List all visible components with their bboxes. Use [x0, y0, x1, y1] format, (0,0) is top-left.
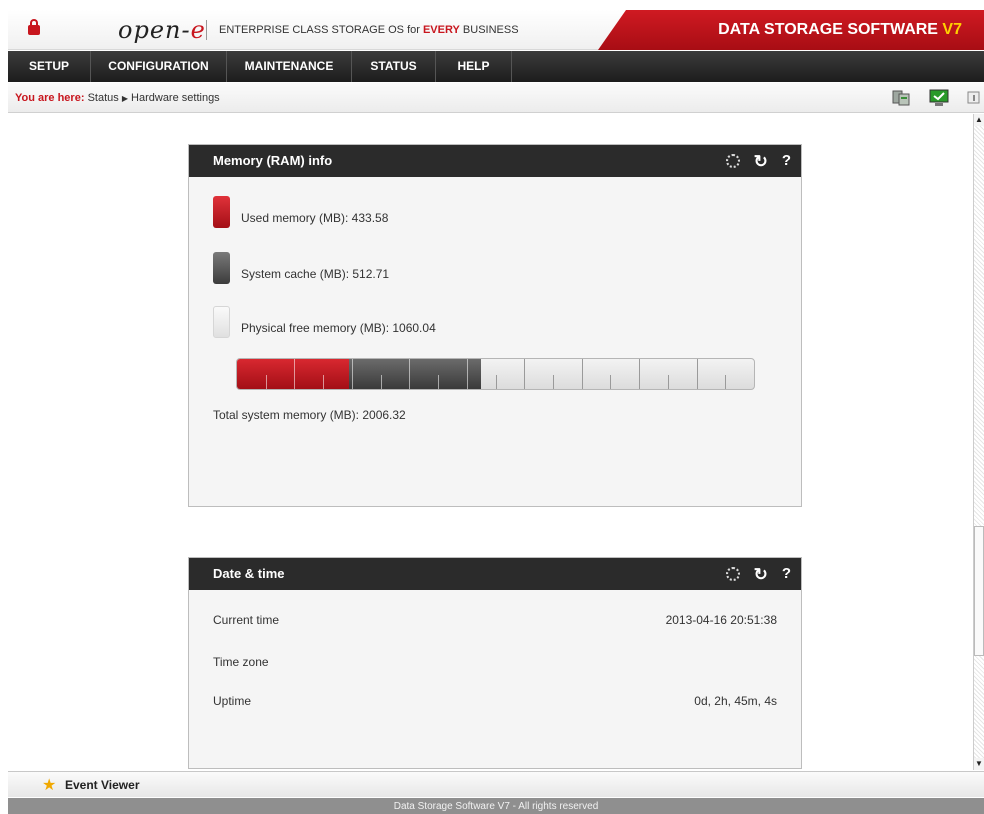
help-icon[interactable]: ? — [782, 145, 791, 177]
bar-divider — [524, 359, 525, 389]
bar-tick — [725, 375, 726, 389]
bar-tick — [266, 375, 267, 389]
bar-tick — [553, 375, 554, 389]
app-window: open-e ENTERPRISE CLASS STORAGE OS for E… — [0, 0, 984, 814]
current-time-value: 2013-04-16 20:51:38 — [665, 613, 777, 627]
loading-icon[interactable] — [725, 567, 740, 581]
bar-tick — [323, 375, 324, 389]
bar-tick — [381, 375, 382, 389]
top-header: open-e ENTERPRISE CLASS STORAGE OS for E… — [8, 10, 984, 50]
vertical-scrollbar[interactable]: ▲ ▼ — [973, 114, 984, 770]
bar-tick — [438, 375, 439, 389]
info-icon[interactable] — [967, 89, 981, 107]
menu-configuration[interactable]: CONFIGURATION — [91, 51, 227, 82]
used-memory-label: Used memory (MB): 433.58 — [241, 211, 389, 225]
bar-divider — [697, 359, 698, 389]
bar-tick — [610, 375, 611, 389]
breadcrumb-hardware-settings[interactable]: Hardware settings — [131, 92, 220, 104]
datetime-panel: Date & time ↻ ? Current time 2013-04-16 … — [188, 557, 802, 769]
main-menu: SETUP CONFIGURATION MAINTENANCE STATUS H… — [8, 51, 984, 82]
memory-panel: Memory (RAM) info ↻ ? Used memory (MB): … — [188, 144, 802, 507]
menu-setup[interactable]: SETUP — [8, 51, 91, 82]
refresh-icon[interactable]: ↻ — [754, 153, 768, 170]
free-memory-label: Physical free memory (MB): 1060.04 — [241, 321, 436, 335]
lock-icon[interactable] — [28, 19, 40, 35]
breadcrumb-arrow-icon: ▶ — [121, 94, 128, 103]
used-swatch — [213, 196, 230, 228]
menu-status[interactable]: STATUS — [352, 51, 436, 82]
breadcrumb-status[interactable]: Status — [88, 92, 119, 104]
menu-maintenance[interactable]: MAINTENANCE — [227, 51, 352, 82]
brand-logo: open-e — [118, 16, 206, 44]
breadcrumb: You are here: Status ▶ Hardware settings — [15, 92, 220, 104]
uptime-label: Uptime — [213, 694, 252, 708]
header-divider — [206, 20, 207, 40]
timezone-label: Time zone — [213, 655, 269, 669]
bar-tick — [496, 375, 497, 389]
uptime-row: Uptime 0d, 2h, 45m, 4s — [213, 694, 777, 710]
cache-swatch — [213, 252, 230, 284]
refresh-icon[interactable]: ↻ — [754, 566, 768, 583]
scroll-thumb[interactable] — [974, 526, 984, 656]
product-banner: DATA STORAGE SOFTWARE V7 — [598, 10, 984, 50]
event-viewer-bar[interactable]: ★ Event Viewer — [8, 771, 984, 797]
bar-divider — [294, 359, 295, 389]
bar-divider — [639, 359, 640, 389]
timezone-row: Time zone — [213, 655, 777, 671]
bar-divider — [409, 359, 410, 389]
current-time-row: Current time 2013-04-16 20:51:38 — [213, 613, 777, 629]
total-memory-label: Total system memory (MB): 2006.32 — [213, 408, 406, 422]
current-time-label: Current time — [213, 613, 280, 627]
panel-title: Memory (RAM) info — [213, 153, 333, 168]
tagline: ENTERPRISE CLASS STORAGE OS for EVERY BU… — [219, 24, 519, 36]
memory-usage-bar — [236, 358, 755, 390]
loading-icon[interactable] — [725, 154, 740, 168]
bar-tick — [668, 375, 669, 389]
free-swatch — [213, 306, 230, 338]
panel-title: Date & time — [213, 566, 285, 581]
scroll-up-icon[interactable]: ▲ — [974, 114, 984, 126]
bar-divider — [582, 359, 583, 389]
help-icon[interactable]: ? — [782, 558, 791, 590]
cache-segment — [348, 359, 481, 389]
bar-divider — [467, 359, 468, 389]
bar-divider — [352, 359, 353, 389]
used-segment — [237, 359, 349, 389]
scroll-down-icon[interactable]: ▼ — [974, 758, 984, 770]
uptime-value: 0d, 2h, 45m, 4s — [694, 694, 777, 708]
event-viewer-link[interactable]: Event Viewer — [65, 778, 139, 792]
product-name: DATA STORAGE SOFTWARE V7 — [718, 21, 962, 38]
footer: Data Storage Software V7 - All rights re… — [8, 798, 984, 814]
server-icon[interactable] — [891, 89, 911, 107]
breadcrumb-bar: You are here: Status ▶ Hardware settings — [8, 83, 984, 113]
datetime-panel-header: Date & time ↻ ? — [189, 558, 801, 590]
star-icon: ★ — [42, 777, 57, 794]
monitor-check-icon[interactable] — [929, 89, 949, 107]
system-cache-label: System cache (MB): 512.71 — [241, 267, 390, 281]
memory-panel-header: Memory (RAM) info ↻ ? — [189, 145, 801, 177]
menu-help[interactable]: HELP — [436, 51, 512, 82]
